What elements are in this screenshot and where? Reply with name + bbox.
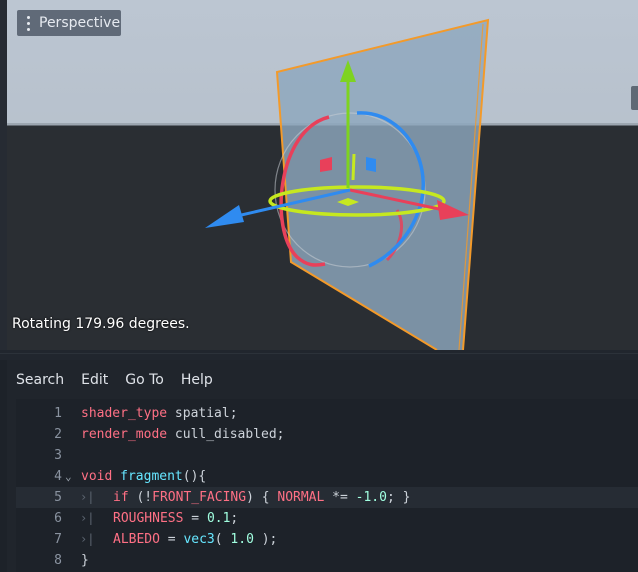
viewport-scene[interactable]: [7, 0, 638, 350]
code-token: (: [214, 532, 231, 547]
line-number: 3: [54, 448, 62, 463]
code-token: -1.0: [355, 490, 387, 505]
code-text: render_mode cull_disabled;: [81, 424, 285, 445]
code-token: =: [183, 511, 207, 526]
perspective-menu-button[interactable]: Perspective: [17, 10, 121, 36]
code-token: ) {: [246, 490, 278, 505]
code-token: 1.0: [230, 532, 254, 547]
3d-viewport[interactable]: Perspective Rotating 179.96 degrees.: [7, 0, 638, 350]
gizmo-axis-y-short: [351, 153, 356, 181]
code-line[interactable]: 6 ›| ROUGHNESS = 0.1;: [16, 508, 638, 529]
code-token: ;: [230, 511, 239, 526]
code-token: =: [159, 532, 184, 547]
code-token: void: [81, 469, 113, 484]
code-text: shader_type spatial;: [81, 403, 238, 424]
shader-editor: Search Edit Go To Help 1 shader_type spat…: [7, 360, 638, 572]
perspective-label: Perspective: [39, 15, 121, 31]
code-text: if (!FRONT_FACING) { NORMAL *= -1.0; }: [113, 487, 410, 508]
menu-help[interactable]: Help: [181, 372, 213, 388]
code-editor[interactable]: 1 shader_type spatial; 2 render_mode cull_d…: [16, 399, 638, 572]
rotation-status-text: Rotating 179.96 degrees.: [12, 316, 190, 332]
line-number: 1: [54, 406, 62, 421]
editor-menubar: Search Edit Go To Help: [7, 360, 638, 399]
code-text: ALBEDO = vec3( 1.0 );: [113, 529, 277, 550]
code-line[interactable]: 5 ›| if (!FRONT_FACING) { NORMAL *= -1.0; …: [16, 487, 638, 508]
code-line[interactable]: 8}: [16, 550, 638, 571]
code-text: }: [81, 550, 89, 571]
code-token: (!: [128, 490, 153, 505]
code-token: );: [253, 532, 278, 547]
menu-go-to[interactable]: Go To: [125, 372, 164, 388]
kebab-menu-icon: [17, 14, 39, 32]
code-text: void fragment(){: [81, 466, 206, 487]
code-line[interactable]: 4 ⌄ void fragment(){: [16, 466, 638, 487]
code-token: ROUGHNESS: [113, 511, 184, 526]
code-token: 0.1: [206, 511, 231, 526]
code-token: (){: [182, 469, 207, 484]
menu-edit[interactable]: Edit: [81, 372, 108, 388]
code-token: *=: [324, 490, 356, 505]
tab-indent-icon: ›|: [80, 511, 95, 525]
fold-chevron-icon[interactable]: ⌄: [65, 466, 77, 487]
code-line[interactable]: 7 ›| ALBEDO = vec3( 1.0 );: [16, 529, 638, 550]
left-panel-edge: [0, 0, 7, 350]
code-token: }: [81, 553, 89, 568]
line-number: 6: [54, 511, 62, 526]
code-line[interactable]: 1 shader_type spatial;: [16, 403, 638, 424]
code-line[interactable]: 2 render_mode cull_disabled;: [16, 424, 638, 445]
code-line[interactable]: 3: [16, 445, 638, 466]
code-token: if: [113, 490, 129, 505]
divider-line: [0, 353, 638, 354]
line-number: 5: [54, 490, 62, 505]
code-token: spatial;: [167, 406, 238, 421]
code-token: shader_type: [81, 406, 168, 421]
line-number: 4: [54, 469, 62, 484]
code-token: vec3: [183, 532, 215, 547]
tab-indent-icon: ›|: [80, 532, 95, 546]
code-token: render_mode: [81, 427, 168, 442]
code-token: ALBEDO: [113, 532, 160, 547]
code-token: fragment: [120, 469, 183, 484]
gizmo-handle-z: [366, 157, 376, 172]
code-token: ; }: [386, 490, 411, 505]
tab-indent-icon: ›|: [80, 490, 95, 504]
viewport-side-tab[interactable]: [631, 86, 638, 110]
line-number: 8: [54, 553, 62, 568]
menu-search[interactable]: Search: [16, 372, 64, 388]
split-divider[interactable]: [0, 350, 638, 360]
code-token: NORMAL: [277, 490, 325, 505]
line-number: 2: [54, 427, 62, 442]
code-token: FRONT_FACING: [152, 490, 247, 505]
line-number: 7: [54, 532, 62, 547]
code-text: ROUGHNESS = 0.1;: [113, 508, 238, 529]
code-token: cull_disabled;: [167, 427, 285, 442]
